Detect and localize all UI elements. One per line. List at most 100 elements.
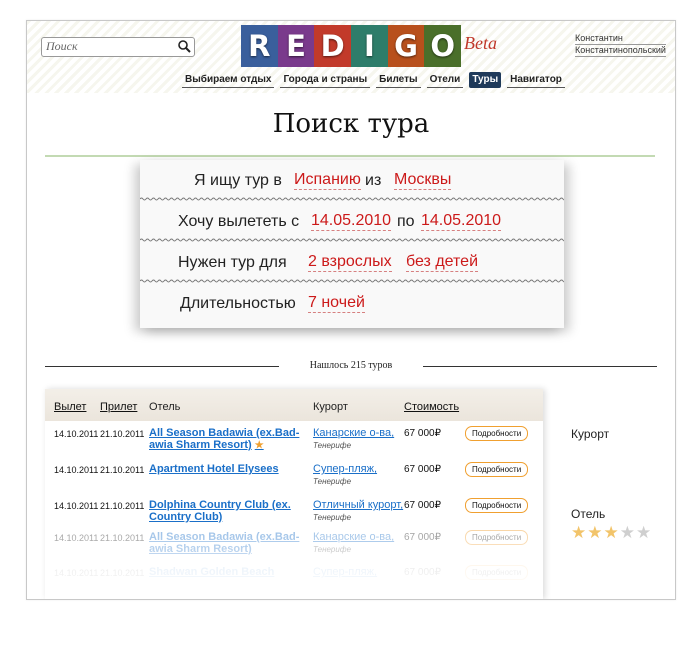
site-header: REDIGO Beta Константин Константинопольск… — [27, 21, 675, 93]
departure-city-select[interactable]: Москвы — [394, 171, 452, 190]
results-table: Вылет Прилет Отель Курорт Стоимость 14.1… — [45, 389, 543, 599]
sort-arrival[interactable]: Прилет — [100, 401, 137, 413]
resort-cell: Супер-пляж, — [313, 566, 377, 578]
resort-link[interactable]: Канарские о-ва, — [313, 531, 394, 543]
destination-label: Я ищу тур в — [194, 172, 282, 189]
adults-select[interactable]: 2 взрослых — [308, 253, 392, 272]
to-label: по — [397, 213, 415, 230]
search-icon[interactable] — [177, 39, 192, 54]
hotel-name-line2[interactable]: awia Sharm Resort) — [149, 439, 252, 451]
sort-departure[interactable]: Вылет — [54, 401, 86, 413]
details-button[interactable]: Подробности — [465, 530, 529, 545]
departure-date: 14.10.2011 — [54, 501, 99, 511]
user-last-name[interactable]: Константинопольский — [575, 45, 666, 57]
form-row-destination: Я ищу тур в Испанию из Москвы — [140, 160, 564, 201]
details-button[interactable]: Подробности — [465, 462, 529, 477]
price: 67 000₽ — [404, 464, 441, 475]
tour-search-form: Я ищу тур в Испанию из Москвы Хочу вылет… — [140, 160, 564, 328]
arrival-date: 21.10.2011 — [100, 501, 145, 511]
sort-price[interactable]: Стоимость — [404, 401, 459, 413]
resort-link[interactable]: Супер-пляж, — [313, 463, 377, 475]
star-rating-icon[interactable]: ★ — [620, 524, 635, 541]
star-rating-icon[interactable]: ★ — [636, 524, 651, 541]
nav-item[interactable]: Выбираем отдых — [182, 72, 275, 88]
results-count-bar: Нашлось 215 туров — [45, 360, 657, 374]
departure-date: 14.10.2011 — [54, 533, 99, 543]
hotel-name-line1[interactable]: All Season Badawia (ex.Bad- — [149, 427, 299, 439]
beta-label: Beta — [464, 33, 497, 53]
details-button[interactable]: Подробности — [465, 498, 529, 513]
dates-label: Хочу вылететь с — [178, 213, 300, 230]
hotel-link[interactable]: Shadwan Golden Beach — [149, 566, 274, 591]
resort-cell: Канарские о-ва, Тенерифе — [313, 531, 394, 556]
price: 67 000₽ — [404, 532, 441, 543]
page-frame: REDIGO Beta Константин Константинопольск… — [26, 20, 676, 600]
nav-item[interactable]: Отели — [426, 72, 464, 88]
nights-select[interactable]: 7 ночей — [308, 294, 365, 313]
hotel-link[interactable]: Dolphina Country Club (ex. Country Club) — [149, 499, 291, 524]
from-label: из — [365, 172, 382, 189]
title-divider — [45, 155, 655, 157]
departure-date: 14.10.2011 — [54, 568, 99, 578]
redigo-logo[interactable]: REDIGO — [241, 25, 462, 67]
search-box[interactable] — [41, 37, 195, 57]
header-hotel: Отель — [149, 401, 181, 413]
resort-region: Тенерифе — [313, 441, 352, 450]
hotel-link[interactable]: Apartment Hotel Elysees — [149, 463, 279, 488]
resort-cell: Канарские о-ва, Тенерифе — [313, 427, 394, 452]
travelers-label: Нужен тур для — [178, 254, 287, 271]
country-select[interactable]: Испанию — [294, 171, 361, 190]
details-button[interactable]: Подробности — [465, 426, 529, 441]
user-first-name[interactable]: Константин — [575, 33, 666, 45]
price: 67 000₽ — [404, 500, 441, 511]
page-title: Поиск тура — [272, 109, 430, 139]
resort-region: Тенерифе — [313, 513, 352, 522]
departure-date: 14.10.2011 — [54, 429, 99, 439]
resort-link[interactable]: Отличный курорт, — [313, 499, 403, 511]
date-to-field[interactable]: 14.05.2010 — [421, 212, 502, 231]
arrival-date: 21.10.2011 — [100, 568, 145, 578]
nav-item[interactable]: Билеты — [376, 72, 421, 88]
logo-letter: G — [387, 25, 425, 67]
hotel-name-line2[interactable]: awia Sharm Resort) — [149, 543, 252, 555]
header-resort: Курорт — [313, 401, 348, 413]
user-name-link[interactable]: Константин Константинопольский — [575, 33, 666, 57]
arrival-date: 21.10.2011 — [100, 429, 145, 439]
favorite-star-icon[interactable]: ★ — [255, 440, 264, 451]
duration-label: Длительностью — [180, 295, 296, 312]
hotel-link[interactable]: All Season Badawia (ex.Bad-awia Sharm Re… — [149, 427, 299, 452]
star-rating-icon[interactable]: ★ — [571, 524, 586, 541]
star-rating-icon[interactable]: ★ — [587, 524, 602, 541]
nav-item[interactable]: Города и страны — [280, 72, 371, 88]
nav-item[interactable]: Навигатор — [507, 72, 565, 88]
departure-date: 14.10.2011 — [54, 465, 99, 475]
resort-link[interactable]: Канарские о-ва, — [313, 427, 394, 439]
star-rating-icon[interactable]: ★ — [604, 524, 619, 541]
form-row-dates: Хочу вылететь с 14.05.2010 по 14.05.2010 — [140, 201, 564, 242]
hotel-name-line1[interactable]: Shadwan Golden Beach — [149, 566, 274, 578]
logo-letter: I — [351, 25, 388, 67]
logo-letter: O — [424, 25, 462, 67]
hotel-filter-label: Отель — [571, 507, 606, 521]
hotel-name-line2[interactable]: Country Club) — [149, 511, 222, 523]
children-select[interactable]: без детей — [406, 253, 478, 272]
resort-cell: Отличный курорт, Тенерифе — [313, 499, 403, 524]
form-row-duration: Длительностью 7 ночей — [140, 283, 564, 324]
hotel-name-line1[interactable]: Apartment Hotel Elysees — [149, 463, 279, 475]
hotel-name-line1[interactable]: Dolphina Country Club (ex. — [149, 499, 291, 511]
resort-link[interactable]: Супер-пляж, — [313, 566, 377, 578]
hotel-link[interactable]: All Season Badawia (ex.Bad-awia Sharm Re… — [149, 531, 299, 556]
logo-letter: D — [314, 25, 352, 67]
arrival-date: 21.10.2011 — [100, 465, 145, 475]
hotel-name-line1[interactable]: All Season Badawia (ex.Bad- — [149, 531, 299, 543]
resort-region: Тенерифе — [313, 545, 352, 554]
resort-cell: Супер-пляж, Тенерифе — [313, 463, 377, 488]
price: 67 000₽ — [404, 567, 441, 578]
date-from-field[interactable]: 14.05.2010 — [311, 212, 392, 231]
hotel-star-filter[interactable]: ★ ★ ★ ★ ★ — [571, 524, 651, 541]
details-button[interactable]: Подробности — [465, 565, 529, 580]
divider-right — [423, 366, 657, 367]
search-input[interactable] — [46, 39, 170, 53]
nav-item[interactable]: Туры — [469, 72, 502, 88]
logo-letter: R — [241, 25, 278, 67]
